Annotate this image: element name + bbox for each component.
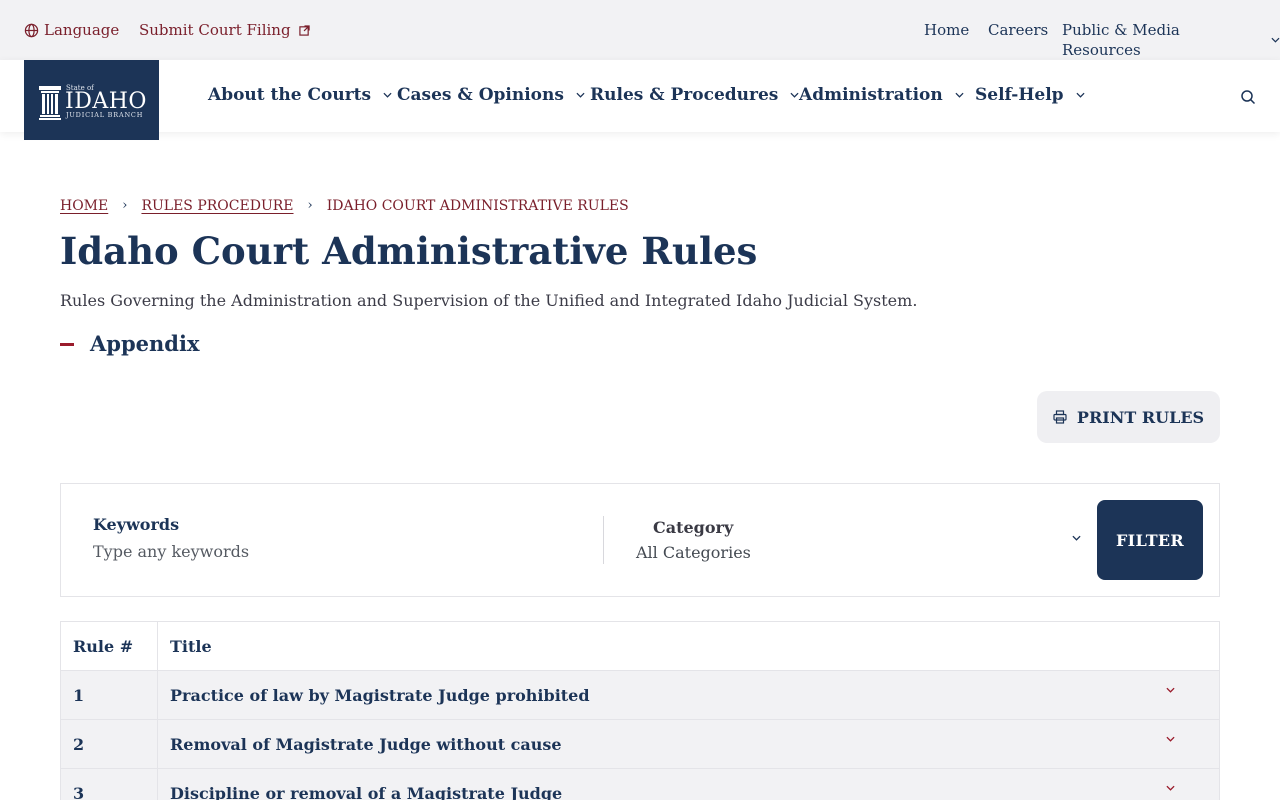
main-navigation: State of IDAHO JUDICIAL BRANCH About the… [0,60,1280,140]
column-divider [157,622,158,671]
print-rules-button[interactable]: PRINT RULES [1037,391,1220,443]
chevron-down-icon[interactable] [1166,687,1175,693]
column-divider [157,769,158,800]
home-link[interactable]: Home [924,20,969,40]
chevron-down-icon[interactable] [1166,736,1175,742]
language-link[interactable]: Language [24,20,119,40]
external-link-icon [298,24,310,36]
appendix-label: Appendix [90,331,200,356]
breadcrumb: HOME › RULES PROCEDURE › IDAHO COURT ADM… [60,197,629,215]
rule-number: 3 [73,783,85,800]
chevron-down-icon [1271,37,1280,43]
printer-icon [1053,410,1067,424]
column-divider [157,720,158,769]
pillar-icon [39,86,61,120]
rule-number: 2 [73,734,85,754]
chevron-down-icon [383,92,392,98]
minus-icon [60,342,74,346]
table-header-row: Rule # Title [61,622,1219,671]
table-row[interactable]: 1 Practice of law by Magistrate Judge pr… [61,671,1219,720]
nav-cases-opinions[interactable]: Cases & Opinions [397,84,585,106]
filter-button[interactable]: FILTER [1097,500,1203,580]
rule-title: Discipline or removal of a Magistrate Ju… [170,783,563,800]
nav-self-help[interactable]: Self-Help [975,84,1085,106]
chevron-down-icon [790,92,799,98]
chevron-down-icon [576,92,585,98]
chevron-down-icon [1076,92,1085,98]
breadcrumb-home[interactable]: HOME [60,197,108,215]
print-rules-label: PRINT RULES [1076,407,1205,427]
careers-link[interactable]: Careers [988,20,1048,40]
breadcrumb-separator: › [122,198,128,213]
page-title: Idaho Court Administrative Rules [60,229,758,273]
chevron-down-icon[interactable] [1166,785,1175,791]
appendix-toggle[interactable]: Appendix [60,331,199,357]
logo-judicial-branch: JUDICIAL BRANCH [66,111,144,119]
category-select[interactable]: Category All Categories [636,518,1081,562]
nav-administration[interactable]: Administration [799,84,964,106]
page-subtitle: Rules Governing the Administration and S… [60,291,918,310]
chevron-down-icon [955,92,964,98]
table-row[interactable]: 3 Discipline or removal of a Magistrate … [61,769,1219,800]
nav-about-the-courts[interactable]: About the Courts [208,84,392,106]
nav-cases-label: Cases & Opinions [397,85,564,105]
public-media-resources-label: Public & Media Resources [1062,21,1180,59]
chevron-down-icon [1072,535,1081,541]
public-media-resources-menu[interactable]: Public & Media Resources [1062,20,1280,60]
filter-panel: Keywords Category All Categories FILTER [60,483,1220,597]
column-divider [157,671,158,720]
rule-title: Removal of Magistrate Judge without caus… [170,734,562,754]
nav-rules-procedures[interactable]: Rules & Procedures [590,84,799,106]
table-row[interactable]: 2 Removal of Magistrate Judge without ca… [61,720,1219,769]
keywords-input[interactable] [93,540,573,562]
breadcrumb-rules-procedure[interactable]: RULES PROCEDURE [141,197,293,215]
submit-court-filing-label: Submit Court Filing [139,21,291,39]
rules-table: Rule # Title 1 Practice of law by Magist… [60,621,1220,800]
column-header-title: Title [170,636,212,656]
rule-title: Practice of law by Magistrate Judge proh… [170,685,590,705]
breadcrumb-separator: › [307,198,313,213]
language-label: Language [44,21,120,39]
search-icon[interactable] [1240,89,1256,105]
submit-court-filing-link[interactable]: Submit Court Filing [139,20,310,40]
nav-self-help-label: Self-Help [975,85,1064,105]
utility-bar: Language Submit Court Filing Home Career… [0,0,1280,60]
breadcrumb-current: IDAHO COURT ADMINISTRATIVE RULES [326,198,629,214]
filter-divider [603,516,604,564]
nav-rules-label: Rules & Procedures [590,85,779,105]
keywords-label: Keywords [93,515,180,534]
nav-administration-label: Administration [799,85,943,105]
column-header-rule-number: Rule # [73,636,134,656]
category-value: All Categories [636,543,751,562]
rule-number: 1 [73,685,85,705]
globe-icon [24,23,39,37]
category-label: Category [653,518,734,537]
nav-about-label: About the Courts [208,85,372,105]
idaho-judicial-branch-logo[interactable]: State of IDAHO JUDICIAL BRANCH [24,60,159,140]
